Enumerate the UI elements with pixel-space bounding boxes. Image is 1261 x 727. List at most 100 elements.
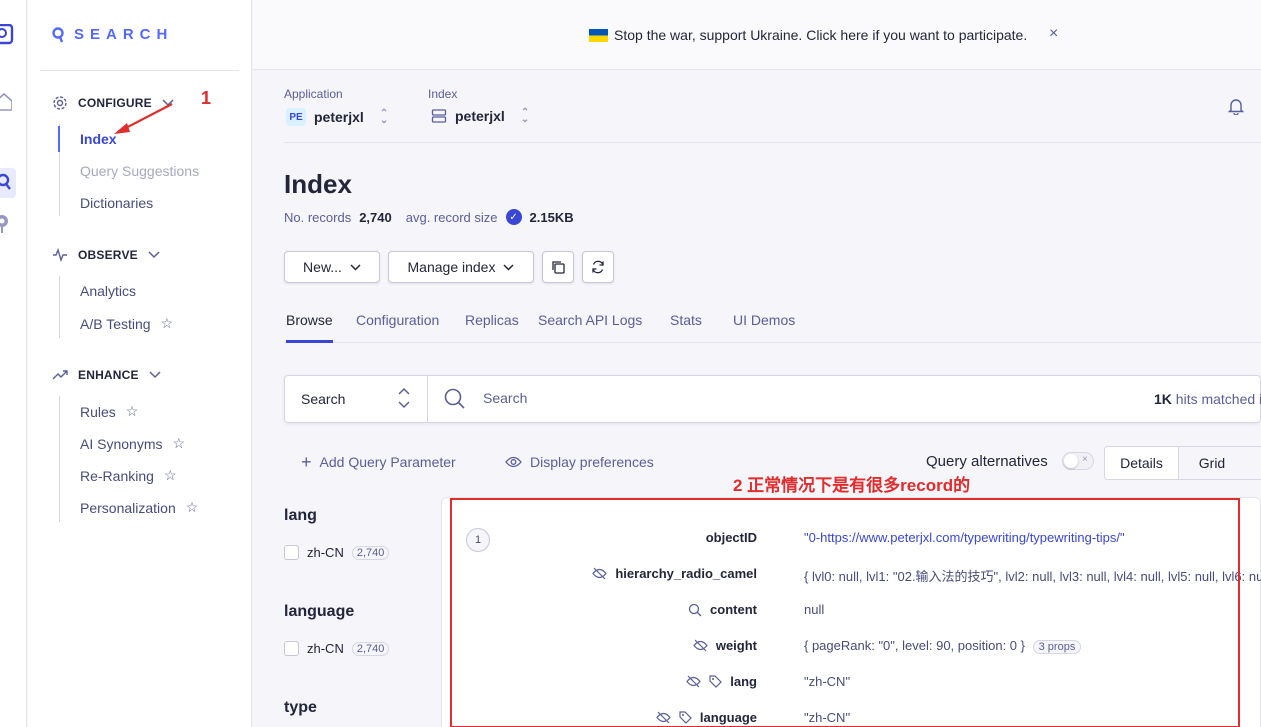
chevron-down-icon	[148, 251, 160, 259]
tab-configuration[interactable]: Configuration	[356, 312, 439, 343]
sidebar-item-label: Analytics	[80, 283, 137, 299]
banner-message[interactable]: Stop the war, support Ukraine. Click her…	[589, 27, 1027, 43]
add-query-parameter-button[interactable]: + Add Query Parameter	[301, 452, 456, 472]
copy-index-button[interactable]	[542, 251, 574, 283]
index-tabs: Browse Configuration Replicas Search API…	[284, 306, 1261, 343]
search-logo-icon	[52, 26, 64, 42]
index-stats: No. records 2,740 avg. record size ✓ 2.1…	[284, 209, 574, 225]
tab-ui-demos[interactable]: UI Demos	[733, 312, 795, 343]
check-circle-icon: ✓	[505, 209, 522, 225]
manage-index-label: Manage index	[407, 259, 496, 275]
section-enhance-line	[59, 396, 60, 522]
manage-index-button[interactable]: Manage index	[388, 251, 534, 283]
copy-icon	[552, 261, 565, 274]
search-app-icon[interactable]	[0, 23, 14, 45]
ukraine-flag-icon	[589, 28, 608, 42]
tab-browse[interactable]: Browse	[286, 312, 333, 343]
search-type-select[interactable]: Search	[285, 376, 428, 422]
sidebar-item-ab-testing[interactable]: A/B Testing ☆	[80, 315, 173, 332]
new-button[interactable]: New...	[284, 251, 380, 283]
sidebar-item-ai-synonyms[interactable]: AI Synonyms ☆	[80, 435, 185, 452]
sidebar-item-re-ranking[interactable]: Re-Ranking ☆	[80, 467, 177, 484]
trending-up-icon	[52, 370, 68, 380]
facet-count: 2,740	[351, 545, 390, 560]
sidebar-item-label: Dictionaries	[80, 195, 154, 211]
close-icon: ×	[1082, 454, 1088, 465]
index-label: Index	[428, 87, 458, 101]
plus-icon: +	[301, 452, 312, 472]
sidebar-item-dictionaries[interactable]: Dictionaries	[80, 195, 153, 211]
view-details-button[interactable]: Details	[1105, 447, 1179, 479]
star-icon[interactable]: ☆	[186, 499, 199, 516]
sidebar-item-rules[interactable]: Rules ☆	[80, 403, 138, 420]
pulse-icon	[53, 247, 67, 263]
bell-icon[interactable]	[1227, 97, 1245, 118]
star-icon[interactable]: ☆	[161, 315, 174, 332]
index-value: peterjxl	[455, 108, 505, 124]
recommend-icon[interactable]	[0, 212, 14, 233]
size-value: 2.15KB	[529, 209, 574, 225]
facet-checkbox[interactable]	[284, 545, 299, 560]
star-icon[interactable]: ☆	[126, 403, 139, 420]
annotation-arrow-icon	[114, 103, 173, 134]
search-product-icon[interactable]	[0, 168, 16, 198]
annotation-marker-1: 1	[201, 88, 212, 108]
home-icon[interactable]	[0, 92, 14, 111]
ukraine-banner[interactable]: Stop the war, support Ukraine. Click her…	[253, 0, 1261, 70]
hits-summary: 1K hits matched in	[1154, 391, 1261, 407]
search-icon	[444, 388, 465, 409]
tab-stats[interactable]: Stats	[670, 312, 702, 343]
header-divider	[284, 142, 1261, 143]
search-type-value: Search	[301, 391, 346, 407]
view-grid-button[interactable]: Grid	[1180, 447, 1244, 479]
display-preferences-button[interactable]: Display preferences	[505, 454, 654, 470]
facet-option-lang[interactable]: zh-CN 2,740	[284, 545, 390, 560]
search-input[interactable]	[483, 390, 983, 406]
app-logo[interactable]: SEARCH	[52, 26, 173, 43]
sidebar-item-label: AI Synonyms	[80, 435, 163, 452]
section-enhance[interactable]: ENHANCE	[52, 367, 161, 383]
facet-title-type: type	[284, 699, 317, 716]
query-alternatives-toggle[interactable]	[1062, 452, 1094, 470]
sidebar-item-label: Query Suggestions	[80, 163, 200, 179]
view-switch: Details Grid	[1104, 446, 1261, 480]
facet-title-language: language	[284, 603, 355, 620]
sidebar-item-query-suggestions[interactable]: Query Suggestions	[80, 163, 199, 179]
sidebar-item-label: Re-Ranking	[80, 467, 154, 484]
facet-checkbox[interactable]	[284, 641, 299, 656]
refresh-icon	[592, 260, 604, 274]
records-value: 2,740	[359, 209, 392, 225]
main-content: Stop the war, support Ukraine. Click her…	[253, 0, 1261, 727]
hits-text: hits matched in	[1175, 391, 1261, 407]
application-selector[interactable]: PE peterjxl ⌃ ⌄	[286, 108, 388, 126]
display-preferences-label: Display preferences	[530, 454, 654, 470]
eye-icon	[505, 456, 522, 468]
sidebar: SEARCH CONFIGURE Index Query Suggestions…	[28, 0, 252, 727]
facet-count: 2,740	[351, 641, 390, 656]
sidebar-item-analytics[interactable]: Analytics	[80, 283, 136, 299]
database-icon	[431, 109, 447, 123]
facet-title-lang: lang	[284, 507, 317, 524]
section-enhance-label: ENHANCE	[78, 368, 139, 382]
page-title: Index	[284, 169, 352, 199]
size-label: avg. record size	[405, 209, 498, 225]
sidebar-item-personalization[interactable]: Personalization ☆	[80, 499, 198, 516]
facet-option-language[interactable]: zh-CN 2,740	[284, 641, 390, 656]
records-label: No. records	[284, 209, 352, 225]
application-badge: PE	[286, 108, 306, 126]
hits-count: 1K	[1154, 391, 1172, 407]
tab-search-api-logs[interactable]: Search API Logs	[538, 312, 642, 343]
star-icon[interactable]: ☆	[172, 435, 185, 452]
banner-close-button[interactable]: ×	[1049, 25, 1058, 43]
banner-text: Stop the war, support Ukraine. Click her…	[614, 27, 1028, 43]
updown-chevron-icon	[398, 387, 410, 409]
section-observe[interactable]: OBSERVE	[52, 247, 160, 263]
section-observe-line	[59, 276, 60, 338]
app-icon-rail	[0, 0, 27, 727]
chevron-down-icon	[149, 371, 161, 379]
refresh-button[interactable]	[582, 251, 614, 283]
tab-replicas[interactable]: Replicas	[465, 312, 519, 343]
new-button-label: New...	[303, 259, 342, 275]
star-icon[interactable]: ☆	[164, 467, 177, 484]
index-selector[interactable]: peterjxl ⌃ ⌄	[431, 108, 529, 125]
